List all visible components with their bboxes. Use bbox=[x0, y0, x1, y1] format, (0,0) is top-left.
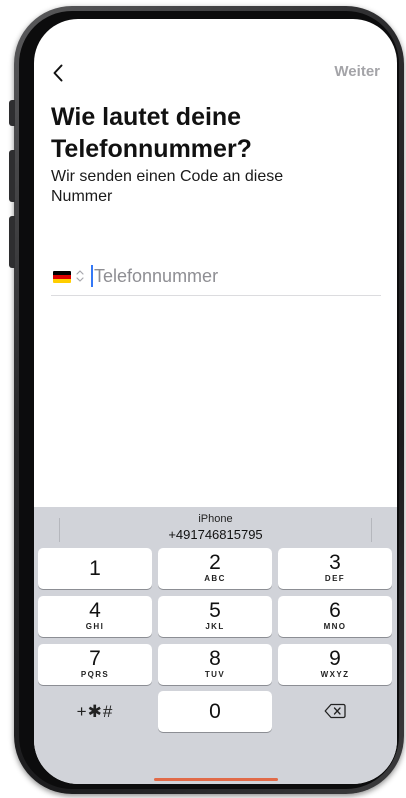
chevron-left-icon bbox=[53, 64, 63, 82]
key-5[interactable]: 5 JKL bbox=[158, 596, 272, 637]
key-letters: TUV bbox=[204, 670, 226, 679]
key-digit: 2 bbox=[209, 551, 221, 574]
phone-number-suggestion[interactable]: iPhone +491746815795 bbox=[94, 513, 337, 543]
text-cursor bbox=[91, 265, 93, 287]
key-4[interactable]: 4 GHI bbox=[38, 596, 152, 637]
delete-key[interactable] bbox=[278, 691, 392, 732]
key-digit: 3 bbox=[329, 551, 341, 574]
key-letters: JKL bbox=[205, 622, 225, 631]
key-digit: 0 bbox=[209, 700, 221, 723]
suggestion-divider bbox=[371, 518, 372, 542]
page-title: Wie lautet deine Telefonnummer? bbox=[51, 103, 252, 163]
key-letters: MNO bbox=[323, 622, 347, 631]
back-button[interactable] bbox=[44, 59, 72, 87]
key-digit: 8 bbox=[209, 647, 221, 670]
home-indicator bbox=[154, 778, 278, 781]
key-1[interactable]: 1 bbox=[38, 548, 152, 589]
key-8[interactable]: 8 TUV bbox=[158, 644, 272, 685]
key-6[interactable]: 6 MNO bbox=[278, 596, 392, 637]
key-0[interactable]: 0 bbox=[158, 691, 272, 732]
suggestion-number: +491746815795 bbox=[168, 527, 263, 542]
key-9[interactable]: 9 WXYZ bbox=[278, 644, 392, 685]
key-digit: 5 bbox=[209, 599, 221, 622]
germany-flag-icon[interactable] bbox=[53, 271, 71, 283]
volume-up-button bbox=[9, 150, 15, 202]
key-7[interactable]: 7 PQRS bbox=[38, 644, 152, 685]
backspace-icon bbox=[324, 703, 346, 719]
key-3[interactable]: 3 DEF bbox=[278, 548, 392, 589]
key-letters: DEF bbox=[324, 574, 346, 583]
symbols-key[interactable]: +✱# bbox=[38, 691, 152, 732]
next-button[interactable]: Weiter bbox=[334, 63, 380, 80]
chevron-up-down-icon[interactable] bbox=[75, 268, 85, 284]
key-letters: ABC bbox=[204, 574, 226, 583]
suggestion-label: iPhone bbox=[198, 513, 233, 525]
numeric-keyboard: iPhone +491746815795 1 2 ABC 3 DEF 4 GHI… bbox=[34, 507, 397, 784]
page-subtitle: Wir senden einen Code an diese Nummer bbox=[51, 168, 284, 205]
key-digit: 6 bbox=[329, 599, 341, 622]
symbols-label: +✱# bbox=[76, 702, 114, 721]
flag-stripe bbox=[53, 279, 71, 283]
keyboard-suggestion-bar: iPhone +491746815795 bbox=[34, 507, 397, 547]
key-2[interactable]: 2 ABC bbox=[158, 548, 272, 589]
key-digit: 4 bbox=[89, 599, 101, 622]
key-letters: PQRS bbox=[80, 670, 110, 679]
mute-switch bbox=[9, 100, 15, 126]
phone-number-field bbox=[51, 259, 381, 296]
key-letters: WXYZ bbox=[320, 670, 350, 679]
key-digit: 7 bbox=[89, 647, 101, 670]
suggestion-divider bbox=[59, 518, 60, 542]
volume-down-button bbox=[9, 216, 15, 268]
phone-number-input[interactable] bbox=[94, 262, 374, 290]
key-digit: 1 bbox=[89, 557, 101, 580]
key-digit: 9 bbox=[329, 647, 341, 670]
key-letters: GHI bbox=[85, 622, 105, 631]
app-screen: Weiter Wie lautet deine Telefonnummer? W… bbox=[34, 19, 397, 784]
